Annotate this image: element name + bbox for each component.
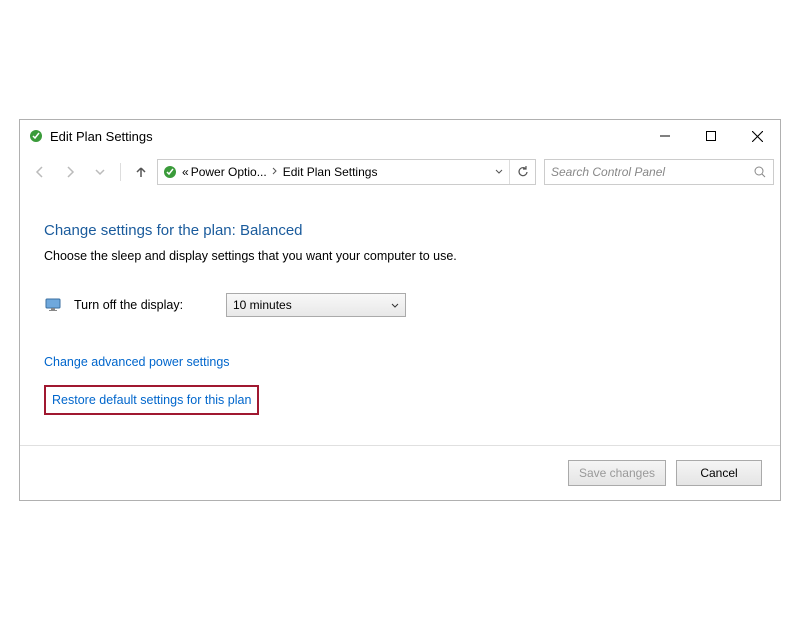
restore-defaults-link[interactable]: Restore default settings for this plan [52, 393, 251, 407]
title-bar: Edit Plan Settings [20, 120, 780, 152]
page-heading: Change settings for the plan: Balanced [44, 222, 756, 239]
search-input[interactable] [551, 165, 753, 179]
back-button[interactable] [26, 158, 54, 186]
address-dropdown[interactable] [489, 160, 509, 184]
address-bar[interactable]: « Power Optio... Edit Plan Settings [157, 159, 536, 185]
search-icon [753, 165, 767, 179]
breadcrumb-item[interactable]: Edit Plan Settings [283, 165, 378, 179]
restore-defaults-highlight: Restore default settings for this plan [44, 385, 259, 415]
minimize-button[interactable] [642, 120, 688, 152]
content-area: Change settings for the plan: Balanced C… [20, 192, 780, 446]
save-button[interactable]: Save changes [568, 460, 666, 486]
separator [120, 163, 121, 181]
display-timeout-dropdown[interactable]: 10 minutes [226, 293, 406, 317]
recent-dropdown[interactable] [86, 158, 114, 186]
display-icon [44, 296, 62, 314]
display-timeout-label: Turn off the display: [74, 298, 214, 312]
window-title: Edit Plan Settings [50, 129, 642, 144]
footer: Save changes Cancel [20, 446, 780, 500]
cancel-button[interactable]: Cancel [676, 460, 762, 486]
chevron-right-icon [269, 167, 281, 178]
search-box[interactable] [544, 159, 774, 185]
navigation-bar: « Power Optio... Edit Plan Settings [20, 152, 780, 192]
refresh-button[interactable] [509, 160, 535, 184]
dropdown-value: 10 minutes [233, 298, 292, 312]
window: Edit Plan Settings [19, 119, 781, 501]
chevron-down-icon [391, 298, 399, 312]
power-options-icon [162, 164, 178, 180]
up-button[interactable] [127, 158, 155, 186]
close-button[interactable] [734, 120, 780, 152]
page-subtext: Choose the sleep and display settings th… [44, 249, 756, 263]
advanced-settings-link[interactable]: Change advanced power settings [44, 355, 230, 369]
forward-button[interactable] [56, 158, 84, 186]
maximize-button[interactable] [688, 120, 734, 152]
breadcrumb-prefix: « [182, 165, 189, 179]
window-controls [642, 120, 780, 152]
power-options-icon [28, 128, 44, 144]
breadcrumb: « Power Optio... Edit Plan Settings [182, 165, 489, 179]
breadcrumb-item[interactable]: Power Optio... [191, 165, 267, 179]
display-timeout-row: Turn off the display: 10 minutes [44, 293, 756, 317]
